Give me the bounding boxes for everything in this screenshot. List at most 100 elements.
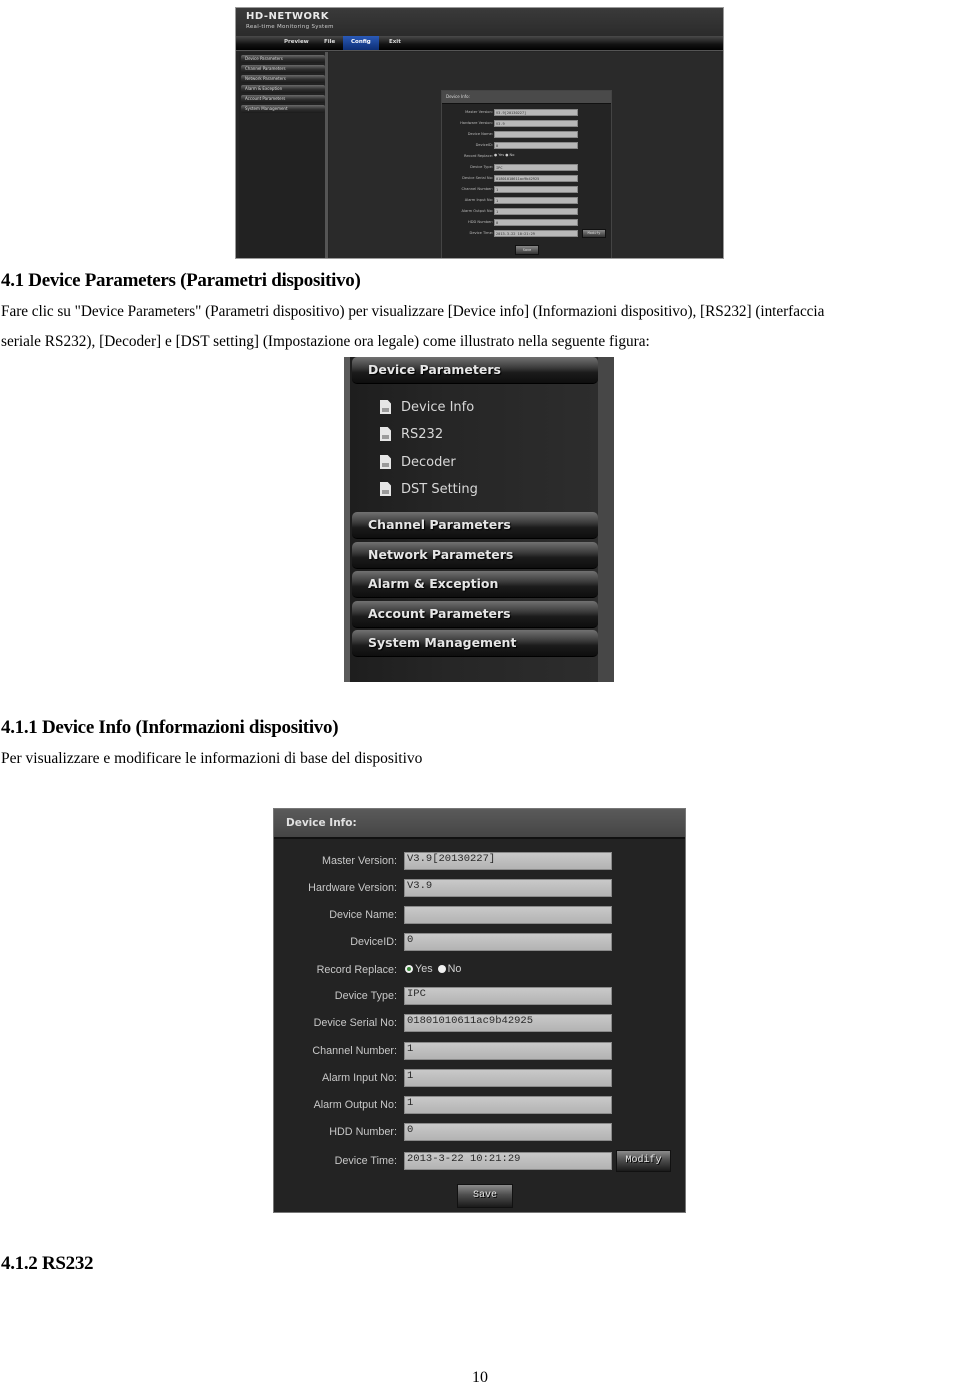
document-icon — [380, 482, 391, 496]
paragraph-4-1-line1: Fare clic su "Device Parameters" (Parame… — [1, 303, 825, 320]
device-id-field[interactable]: 0 — [404, 933, 612, 951]
app-field-master-version[interactable]: V3.9[20130227] — [494, 109, 578, 116]
hdd-number-label: HDD Number: — [329, 1126, 397, 1138]
app-field-device-id[interactable]: 0 — [494, 142, 578, 149]
app-field-hardware-version[interactable]: V3.9 — [494, 120, 578, 127]
app-panel-title: Device Info: — [442, 91, 611, 104]
app-label: DeviceID: — [475, 143, 493, 147]
app-field-alarm-output[interactable]: 1 — [494, 208, 578, 215]
device-type-label: Device Type: — [334, 990, 397, 1002]
heading-4-1-1: 4.1.1 Device Info (Informazioni disposit… — [1, 717, 339, 738]
app-label: Record Replace: — [464, 154, 493, 158]
menu-item-label: DST Setting — [401, 481, 478, 497]
device-time-field[interactable]: 2013-3-22 10:21:29 — [404, 1152, 612, 1170]
menu-item-label: RS232 — [401, 426, 444, 442]
device-id-label: DeviceID: — [350, 936, 397, 948]
app-sidebar-account-parameters[interactable]: Account Parameters — [241, 95, 325, 103]
menu-item-label: Device Info — [401, 399, 475, 415]
paragraph-4-1-line2: seriale RS232), [Decoder] e [DST setting… — [1, 333, 650, 350]
app-label: Device Type: — [470, 165, 493, 169]
app-record-replace-radios[interactable]: ● Yes ● No — [494, 153, 514, 157]
heading-4-1: 4.1 Device Parameters (Parametri disposi… — [1, 270, 361, 291]
alarm-output-field[interactable]: 1 — [404, 1096, 612, 1114]
master-version-field[interactable]: V3.9[20130227] — [404, 852, 612, 870]
record-replace-no-radio[interactable] — [437, 965, 446, 973]
document-icon — [380, 427, 391, 441]
device-time-label: Device Time: — [334, 1155, 397, 1167]
alarm-input-label: Alarm Input No: — [321, 1072, 397, 1084]
app-subtitle: Real-time Monitoring System — [246, 24, 334, 30]
app-header: HD-NETWORK Real-time Monitoring System — [236, 8, 723, 36]
app-radio-yes[interactable]: Yes — [498, 153, 504, 157]
app-sidebar-network-parameters[interactable]: Network Parameters — [241, 75, 325, 83]
app-label: Device Name: — [467, 132, 493, 136]
app-field-channel-number[interactable]: 1 — [494, 186, 578, 193]
menu-header-account-parameters[interactable]: Account Parameters — [352, 601, 598, 628]
app-device-info-panel: Device Info: Master Version: V3.9[2013022… — [441, 90, 612, 258]
menu-item-rs232[interactable]: RS232 — [380, 423, 443, 445]
menu-config[interactable]: Config — [343, 36, 379, 50]
hdd-number-field[interactable]: 0 — [404, 1123, 612, 1141]
device-name-label: Device Name: — [329, 909, 397, 921]
menu-header-device-parameters[interactable]: Device Parameters — [352, 357, 598, 384]
app-label: Alarm Output No: — [461, 209, 493, 213]
app-field-serial-no[interactable]: 01801010611ac9b42925 — [494, 175, 578, 182]
app-field-device-name[interactable] — [494, 131, 578, 138]
menu-item-dst-setting[interactable]: DST Setting — [380, 478, 478, 500]
device-info-screenshot: Device Info: Master Version: V3.9[201302… — [273, 808, 686, 1213]
app-label: Channel Number: — [461, 187, 493, 191]
app-save-button[interactable]: Save — [515, 245, 539, 255]
menu-item-decoder[interactable]: Decoder — [380, 451, 456, 473]
channel-number-label: Channel Number: — [312, 1045, 397, 1057]
side-menu-screenshot: Device Parameters Device Info RS232 Deco… — [344, 357, 614, 682]
document-icon — [380, 455, 391, 469]
heading-4-1-2: 4.1.2 RS232 — [1, 1253, 94, 1274]
menu-item-label: Decoder — [401, 454, 456, 470]
app-modify-button[interactable]: Modify — [582, 229, 606, 238]
app-radio-no[interactable]: No — [510, 153, 515, 157]
device-info-title: Device Info: — [274, 809, 685, 839]
page-number: 10 — [472, 1369, 488, 1386]
menu-item-device-info[interactable]: Device Info — [380, 396, 474, 418]
hardware-version-label: Hardware Version: — [308, 882, 397, 894]
menu-header-channel-parameters[interactable]: Channel Parameters — [352, 512, 598, 539]
alarm-output-label: Alarm Output No: — [313, 1099, 397, 1111]
hardware-version-field[interactable]: V3.9 — [404, 879, 612, 897]
app-sidebar-channel-parameters[interactable]: Channel Parameters — [241, 65, 325, 73]
menu-file[interactable]: File — [316, 36, 343, 50]
menu-header-network-parameters[interactable]: Network Parameters — [352, 542, 598, 569]
record-replace-radio-group: Yes No — [405, 963, 461, 975]
device-name-field[interactable] — [404, 906, 612, 924]
record-replace-label: Record Replace: — [316, 964, 397, 976]
app-sidebar: Device Parameters Channel Parameters Net… — [239, 52, 328, 258]
record-replace-yes-label: Yes — [415, 963, 433, 975]
record-replace-yes-radio[interactable] — [405, 965, 413, 973]
app-label: Hardware Version: — [460, 121, 493, 125]
app-field-device-type[interactable]: IPC — [494, 164, 578, 171]
app-field-hdd-number[interactable]: 0 — [494, 219, 578, 226]
master-version-label: Master Version: — [321, 855, 397, 867]
app-screenshot: HD-NETWORK Real-time Monitoring System P… — [235, 7, 724, 259]
record-replace-no-label: No — [447, 963, 462, 975]
serial-no-field[interactable]: 01801010611ac9b42925 — [404, 1014, 612, 1032]
app-field-device-time[interactable]: 2013-3-22 10:21:29 — [494, 230, 578, 237]
menu-header-system-management[interactable]: System Management — [352, 630, 598, 657]
app-label: Device Serial No: — [462, 176, 493, 180]
save-button[interactable]: Save — [457, 1184, 513, 1208]
app-label: HDD Number: — [468, 220, 493, 224]
app-menubar: Preview File Config Exit — [236, 36, 723, 51]
menu-preview[interactable]: Preview — [276, 36, 317, 50]
app-label: Alarm Input No: — [464, 198, 493, 202]
modify-button[interactable]: Modify — [616, 1150, 671, 1172]
app-field-alarm-input[interactable]: 1 — [494, 197, 578, 204]
alarm-input-field[interactable]: 1 — [404, 1069, 612, 1087]
app-sidebar-alarm-exception[interactable]: Alarm & Exception — [241, 85, 325, 93]
menu-exit[interactable]: Exit — [381, 36, 409, 50]
app-logo: HD-NETWORK — [246, 11, 330, 22]
menu-header-alarm-exception[interactable]: Alarm & Exception — [352, 571, 598, 598]
app-sidebar-device-parameters[interactable]: Device Parameters — [241, 55, 325, 63]
device-type-field[interactable]: IPC — [404, 987, 612, 1005]
app-sidebar-system-management[interactable]: System Management — [241, 105, 325, 113]
channel-number-field[interactable]: 1 — [404, 1042, 612, 1060]
paragraph-4-1-1: Per visualizzare e modificare le informa… — [1, 750, 423, 767]
